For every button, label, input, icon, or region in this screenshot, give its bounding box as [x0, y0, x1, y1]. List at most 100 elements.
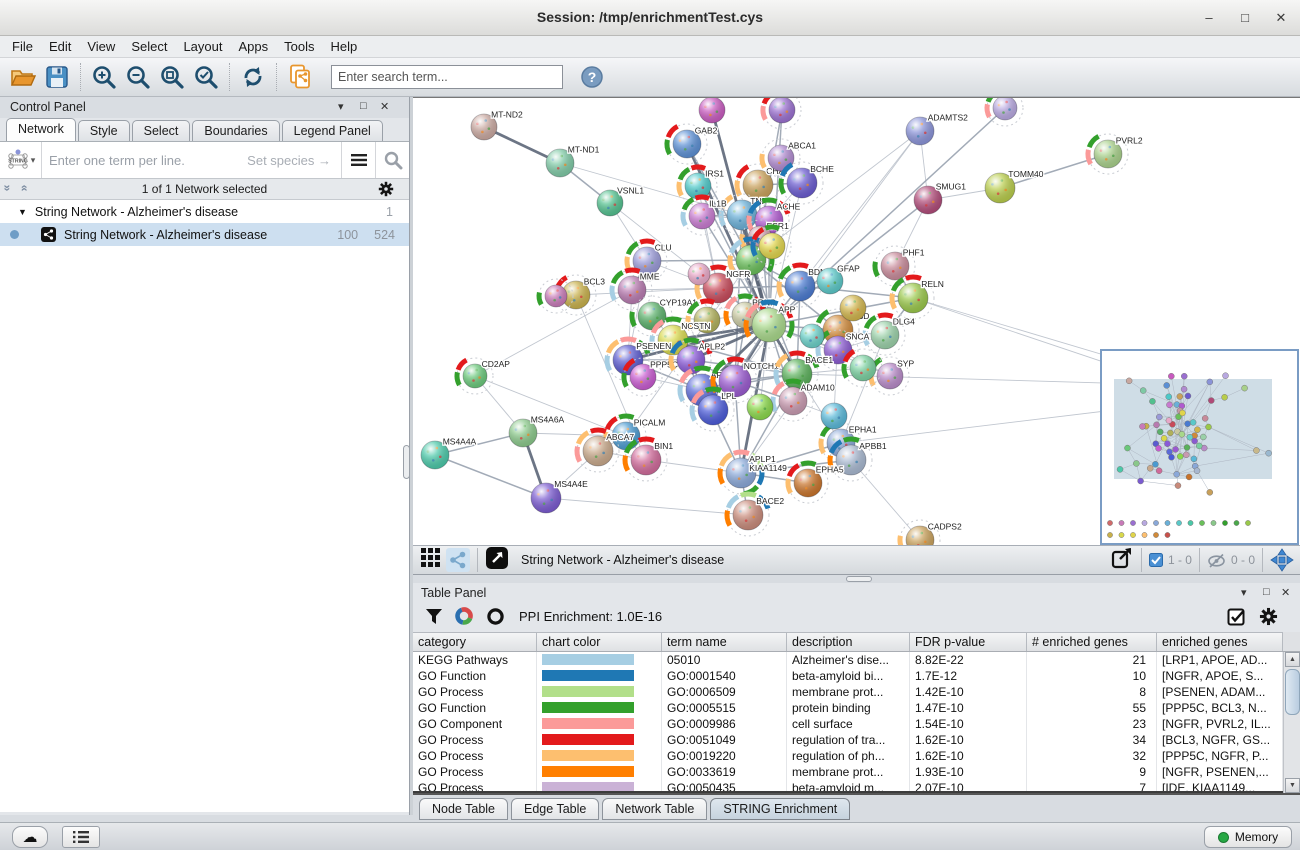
scroll-up-arrow[interactable]: ▲: [1285, 652, 1300, 667]
task-history-button[interactable]: [62, 826, 100, 848]
table-row[interactable]: GO ProcessGO:0050435beta-amyloid m...2.0…: [413, 780, 1283, 793]
open-session-button[interactable]: [6, 61, 40, 93]
tab-string-enrichment[interactable]: STRING Enrichment: [710, 798, 850, 820]
panel-menu-icon[interactable]: ▾: [338, 100, 344, 113]
tab-node-table[interactable]: Node Table: [419, 798, 508, 820]
network-node[interactable]: [763, 98, 801, 129]
selected-checkbox-icon[interactable]: [1149, 553, 1163, 567]
select-settings-checkbox-icon[interactable]: [1227, 608, 1245, 626]
scrollbar-thumb[interactable]: [1285, 669, 1300, 715]
scroll-down-arrow[interactable]: ▼: [1285, 778, 1300, 793]
tab-select[interactable]: Select: [132, 120, 191, 141]
table-row[interactable]: GO ProcessGO:0033619membrane prot...1.93…: [413, 764, 1283, 780]
column-header-term-name[interactable]: term name: [662, 633, 787, 651]
panel-close-icon[interactable]: ✕: [380, 100, 389, 113]
table-vertical-scrollbar[interactable]: ▲ ▼: [1283, 652, 1300, 793]
fit-selected-icon[interactable]: [1270, 548, 1294, 572]
filter-enrichment-button[interactable]: [425, 608, 443, 625]
panel-float-icon[interactable]: □: [1263, 586, 1270, 598]
draw-charts-button[interactable]: [455, 607, 474, 626]
hidden-eye-icon[interactable]: [1207, 553, 1226, 568]
cloud-tasks-button[interactable]: ☁: [12, 826, 48, 848]
panel-float-icon[interactable]: □: [360, 100, 367, 112]
network-node-mt-nd2[interactable]: MT-ND2: [471, 109, 523, 140]
close-button[interactable]: ✕: [1268, 8, 1294, 28]
zoom-fit-button[interactable]: [155, 61, 189, 93]
column-header-chart-color[interactable]: chart color: [537, 633, 662, 651]
network-node[interactable]: [800, 324, 824, 348]
zoom-in-button[interactable]: [87, 61, 121, 93]
table-row[interactable]: GO ProcessGO:0051049regulation of tra...…: [413, 732, 1283, 748]
vertical-splitter-handle[interactable]: [403, 445, 410, 479]
network-node-smug1[interactable]: SMUG1: [914, 182, 966, 215]
network-node[interactable]: [840, 295, 866, 321]
network-node[interactable]: [699, 98, 725, 123]
network-node[interactable]: [688, 263, 710, 285]
maximize-button[interactable]: □: [1232, 8, 1258, 28]
network-collection-row[interactable]: ▼ String Network - Alzheimer's disease 1: [0, 200, 409, 223]
memory-status-button[interactable]: Memory: [1204, 826, 1292, 848]
network-row-selected[interactable]: String Network - Alzheimer's disease 100…: [0, 223, 409, 246]
tab-network[interactable]: Network: [6, 118, 76, 141]
table-row[interactable]: GO ProcessGO:0006509membrane prot...1.42…: [413, 684, 1283, 700]
panel-menu-icon[interactable]: ▾: [1241, 586, 1247, 599]
menu-item-layout[interactable]: Layout: [175, 36, 230, 58]
tab-boundaries[interactable]: Boundaries: [192, 120, 279, 141]
network-node-dlg4[interactable]: DLG4: [865, 315, 915, 355]
network-node-epha5[interactable]: EPHA5: [788, 463, 844, 503]
column-header--enriched-genes[interactable]: # enriched genes: [1027, 633, 1157, 651]
column-header-enriched-genes[interactable]: enriched genes: [1157, 633, 1283, 651]
network-node-tomm40[interactable]: TOMM40: [985, 169, 1044, 203]
menu-item-help[interactable]: Help: [323, 36, 366, 58]
horizontal-splitter-handle[interactable]: [846, 576, 872, 582]
search-input[interactable]: [331, 65, 563, 89]
panel-close-icon[interactable]: ✕: [1281, 586, 1290, 599]
menu-item-file[interactable]: File: [4, 36, 41, 58]
menu-item-edit[interactable]: Edit: [41, 36, 79, 58]
network-node-pvrl2[interactable]: PVRL2: [1088, 134, 1143, 174]
table-row[interactable]: GO FunctionGO:0005515protein binding1.47…: [413, 700, 1283, 716]
network-node-reln[interactable]: RELN: [892, 277, 944, 319]
help-button[interactable]: ?: [575, 61, 609, 93]
import-network-button[interactable]: [283, 61, 317, 93]
birdseye-overview-panel[interactable]: [1100, 349, 1299, 545]
string-search-button[interactable]: [375, 142, 409, 178]
network-node-bin1[interactable]: BIN1: [625, 439, 673, 481]
network-node-ms4a4a[interactable]: MS4A4A: [421, 437, 477, 470]
network-node-lpl[interactable]: LPL: [692, 389, 737, 431]
table-row[interactable]: KEGG Pathways05010Alzheimer's dise...8.8…: [413, 652, 1283, 668]
tab-style[interactable]: Style: [78, 120, 130, 141]
table-row[interactable]: GO FunctionGO:0001540beta-amyloid bi...1…: [413, 668, 1283, 684]
network-node[interactable]: [747, 394, 773, 420]
tab-edge-table[interactable]: Edge Table: [511, 798, 599, 820]
network-node-adamts2[interactable]: ADAMTS2: [906, 113, 968, 146]
network-node[interactable]: [987, 98, 1023, 126]
network-node-cd2ap[interactable]: CD2AP: [457, 358, 510, 394]
menu-item-select[interactable]: Select: [123, 36, 175, 58]
zoom-selected-button[interactable]: [189, 61, 223, 93]
menu-item-tools[interactable]: Tools: [276, 36, 322, 58]
tree-expand-caret[interactable]: ▼: [18, 207, 27, 217]
tab-network-table[interactable]: Network Table: [602, 798, 707, 820]
gear-icon[interactable]: [378, 181, 394, 197]
string-term-input[interactable]: [42, 152, 247, 169]
network-canvas[interactable]: MT-ND2MT-ND1VSNL1GAB2IRS1CHATABCA1BCHETN…: [413, 97, 1300, 545]
network-node-aplp1[interactable]: APLP1KIAA1149: [720, 452, 787, 494]
string-options-button[interactable]: [341, 142, 375, 178]
refresh-button[interactable]: [236, 61, 270, 93]
gear-icon[interactable]: [1259, 607, 1278, 626]
network-node-syp[interactable]: SYP: [871, 357, 915, 395]
network-node-apbb1[interactable]: APBB1: [830, 439, 887, 481]
network-node-bace2[interactable]: BACE2: [727, 494, 784, 536]
column-header-FDR-p-value[interactable]: FDR p-value: [910, 633, 1027, 651]
minimize-button[interactable]: –: [1196, 8, 1222, 28]
network-node[interactable]: [821, 403, 847, 429]
network-share-toggle[interactable]: [446, 548, 470, 572]
table-row[interactable]: GO ProcessGO:0019220regulation of ph...1…: [413, 748, 1283, 764]
table-row[interactable]: GO ComponentGO:0009986cell surface1.54E-…: [413, 716, 1283, 732]
network-node-cadps2[interactable]: CADPS2: [900, 520, 962, 546]
column-header-category[interactable]: category: [413, 633, 537, 651]
save-session-button[interactable]: [40, 61, 74, 93]
menu-item-apps[interactable]: Apps: [231, 36, 277, 58]
export-network-button[interactable]: [1110, 546, 1134, 575]
